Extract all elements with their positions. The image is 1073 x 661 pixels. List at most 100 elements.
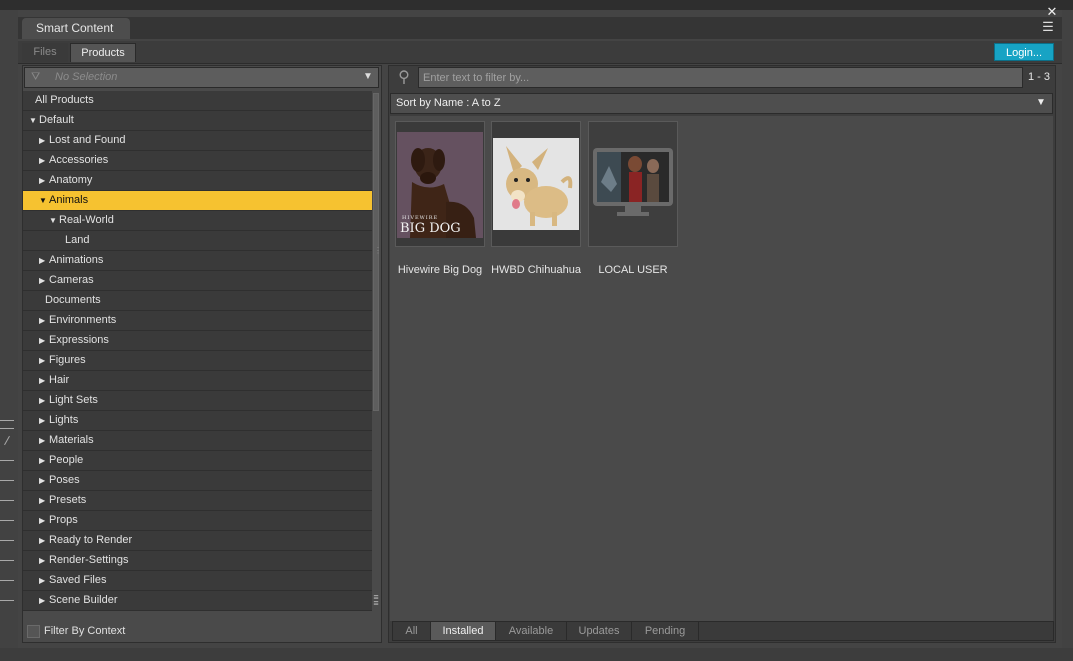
chevron-down-icon: ▼ [363, 71, 373, 82]
tree-item-expressions[interactable]: ▶ Expressions [23, 331, 372, 351]
chevron-down-icon: ▼ [1036, 97, 1046, 108]
tree-item-people[interactable]: ▶ People [23, 451, 372, 471]
product-tile-big-dog[interactable]: HIVEWIRE BIG DOG [395, 121, 485, 247]
tab-products[interactable]: Products [70, 43, 136, 62]
tab-files[interactable]: Files [22, 43, 68, 62]
ruler-tick [0, 428, 14, 429]
expand-arrow-right-icon[interactable]: ▶ [39, 371, 47, 390]
expand-arrow-right-icon[interactable]: ▶ [39, 431, 47, 450]
tree-item-label: Environments [49, 314, 117, 326]
expand-arrow-right-icon[interactable]: ▶ [39, 491, 47, 510]
tree-item-render-settings[interactable]: ▶ Render-Settings [23, 551, 372, 571]
tree-item-light-sets[interactable]: ▶ Light Sets [23, 391, 372, 411]
tab-pending[interactable]: Pending [632, 622, 699, 640]
expand-arrow-down-icon[interactable]: ▼ [39, 191, 47, 210]
expand-arrow-right-icon[interactable]: ▶ [39, 531, 47, 550]
tree-item-figures[interactable]: ▶ Figures [23, 351, 372, 371]
tab-all[interactable]: All [393, 622, 431, 640]
product-label: LOCAL USER [598, 264, 668, 276]
resize-grip-icon[interactable]: ≡ ≡ [371, 593, 381, 614]
tree-item-land[interactable]: Land [23, 231, 372, 251]
smart-content-tab[interactable]: Smart Content [22, 18, 130, 39]
filter-by-context-label: Filter By Context [44, 625, 126, 637]
tree-item-documents[interactable]: Documents [23, 291, 372, 311]
login-button[interactable]: Login... [994, 43, 1054, 61]
ruler-tick [0, 500, 14, 501]
expand-arrow-right-icon[interactable]: ▶ [39, 171, 47, 190]
search-icon[interactable]: ⚲ [394, 68, 414, 88]
tree-item-presets[interactable]: ▶ Presets [23, 491, 372, 511]
subtab-bar [18, 41, 1062, 64]
product-label: Hivewire Big Dog [397, 264, 483, 276]
left-viewport-strip [0, 10, 18, 661]
selection-dropdown[interactable]: ⛛ No Selection ▼ [24, 67, 379, 88]
search-input[interactable] [418, 67, 1023, 88]
tree-item-label: Poses [49, 474, 80, 486]
tree-item-animals[interactable]: ▼ Animals [23, 191, 372, 211]
tree-item-accessories[interactable]: ▶ Accessories [23, 151, 372, 171]
ruler-tick [0, 560, 14, 561]
tree-item-lights[interactable]: ▶ Lights [23, 411, 372, 431]
tree-item-scene-builder[interactable]: ▶ Scene Builder [23, 591, 372, 611]
tree-item-all-products[interactable]: All Products [23, 91, 372, 111]
ruler-tick [0, 540, 14, 541]
tree-item-ready-to-render[interactable]: ▶ Ready to Render [23, 531, 372, 551]
tree-item-label: Props [49, 514, 78, 526]
right-viewport-strip [1062, 10, 1073, 661]
expand-arrow-right-icon[interactable]: ▶ [39, 511, 47, 530]
tab-available[interactable]: Available [496, 622, 567, 640]
panel-menu-icon[interactable]: ☰ [1040, 20, 1056, 36]
tree-item-poses[interactable]: ▶ Poses [23, 471, 372, 491]
tree-item-materials[interactable]: ▶ Materials [23, 431, 372, 451]
tree-item-saved-files[interactable]: ▶ Saved Files [23, 571, 372, 591]
expand-arrow-right-icon[interactable]: ▶ [39, 331, 47, 350]
expand-arrow-down-icon[interactable]: ▼ [29, 111, 37, 130]
product-label: HWBD Chihuahua [491, 264, 581, 276]
tree-item-hair[interactable]: ▶ Hair [23, 371, 372, 391]
tree-item-label: Cameras [49, 274, 94, 286]
tree-item-label: Presets [49, 494, 87, 506]
tree-item-label: Animals [49, 194, 89, 206]
tree-item-environments[interactable]: ▶ Environments [23, 311, 372, 331]
expand-arrow-right-icon[interactable]: ▶ [39, 591, 47, 610]
tree-item-animations[interactable]: ▶ Animations [23, 251, 372, 271]
expand-arrow-right-icon[interactable]: ▶ [39, 251, 47, 270]
close-icon[interactable]: ✕ [1044, 5, 1060, 19]
tree-item-label: People [49, 454, 84, 466]
selection-placeholder: No Selection [55, 71, 118, 83]
tree-item-label: Default [39, 114, 74, 126]
tree-item-cameras[interactable]: ▶ Cameras [23, 271, 372, 291]
product-grid [390, 116, 1053, 621]
expand-arrow-right-icon[interactable]: ▶ [39, 411, 47, 430]
expand-arrow-right-icon[interactable]: ▶ [39, 131, 47, 150]
expand-arrow-right-icon[interactable]: ▶ [39, 471, 47, 490]
expand-arrow-right-icon[interactable]: ▶ [39, 311, 47, 330]
tree-item-label: Lost and Found [49, 134, 126, 146]
tree-item-label: Expressions [49, 334, 109, 346]
sort-dropdown[interactable]: Sort by Name : A to Z ▼ [390, 93, 1053, 114]
tree-item-props[interactable]: ▶ Props [23, 511, 372, 531]
expand-arrow-right-icon[interactable]: ▶ [39, 451, 47, 470]
product-tile-local-user[interactable] [588, 121, 678, 247]
tree-item-lost-and-found[interactable]: ▶ Lost and Found [23, 131, 372, 151]
local-user-thumbnail [589, 122, 677, 246]
tree-item-real-world[interactable]: ▼ Real-World [23, 211, 372, 231]
expand-arrow-right-icon[interactable]: ▶ [39, 151, 47, 170]
tree-item-label: Figures [49, 354, 86, 366]
tab-installed[interactable]: Installed [431, 622, 496, 640]
tab-updates[interactable]: Updates [567, 622, 632, 640]
expand-arrow-right-icon[interactable]: ▶ [39, 351, 47, 370]
filter-by-context-checkbox[interactable] [27, 625, 40, 638]
expand-arrow-right-icon[interactable]: ▶ [39, 391, 47, 410]
expand-arrow-right-icon[interactable]: ▶ [39, 271, 47, 290]
tree-item-label: Accessories [49, 154, 109, 166]
expand-arrow-down-icon[interactable]: ▼ [49, 211, 57, 230]
expand-arrow-right-icon[interactable]: ▶ [39, 571, 47, 590]
tree-item-label: Anatomy [49, 174, 93, 186]
expand-arrow-right-icon[interactable]: ▶ [39, 551, 47, 570]
tree-item-label: Land [65, 234, 90, 246]
tree-item-anatomy[interactable]: ▶ Anatomy [23, 171, 372, 191]
product-tile-chihuahua[interactable] [491, 121, 581, 247]
tree-item-default[interactable]: ▼ Default [23, 111, 372, 131]
splitter-grip-icon[interactable]: ⋮ [374, 246, 382, 258]
